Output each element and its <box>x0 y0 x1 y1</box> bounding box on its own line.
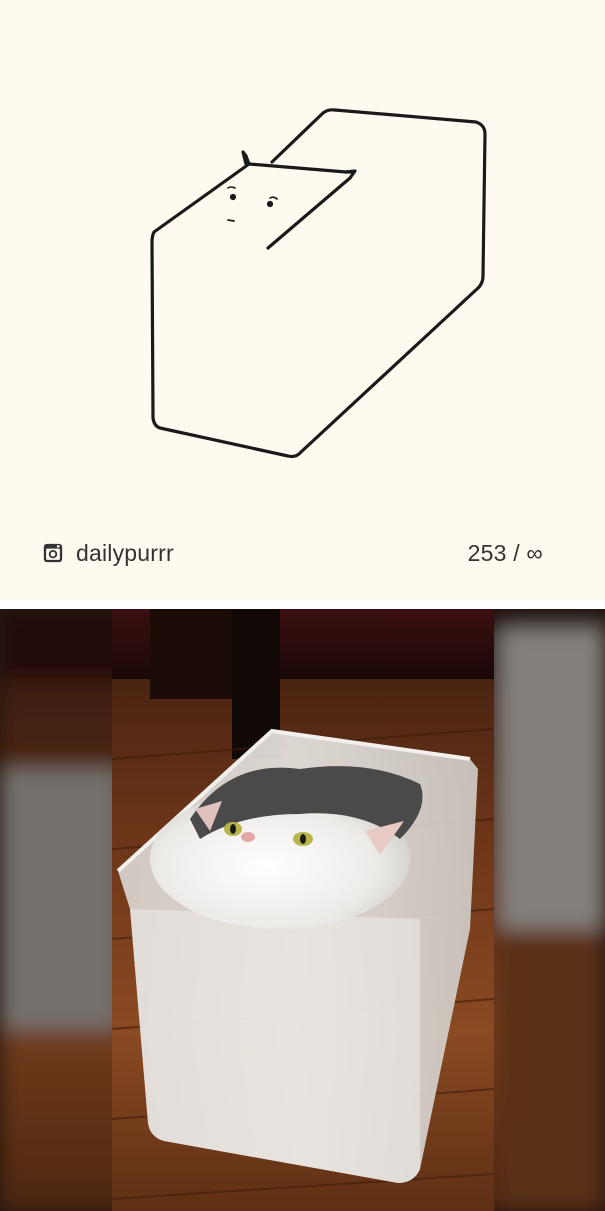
source-credit[interactable]: dailypurrr <box>42 540 174 567</box>
cat-box-drawing <box>150 108 487 459</box>
drawing-card: dailypurrr 253 / ∞ <box>0 0 605 608</box>
source-handle: dailypurrr <box>76 539 174 566</box>
instagram-icon <box>43 543 63 563</box>
card-footer: dailypurrr 253 / ∞ <box>42 536 543 570</box>
drawing-counter: 253 / ∞ <box>467 539 543 566</box>
cat-in-container-photo <box>0 609 605 1211</box>
